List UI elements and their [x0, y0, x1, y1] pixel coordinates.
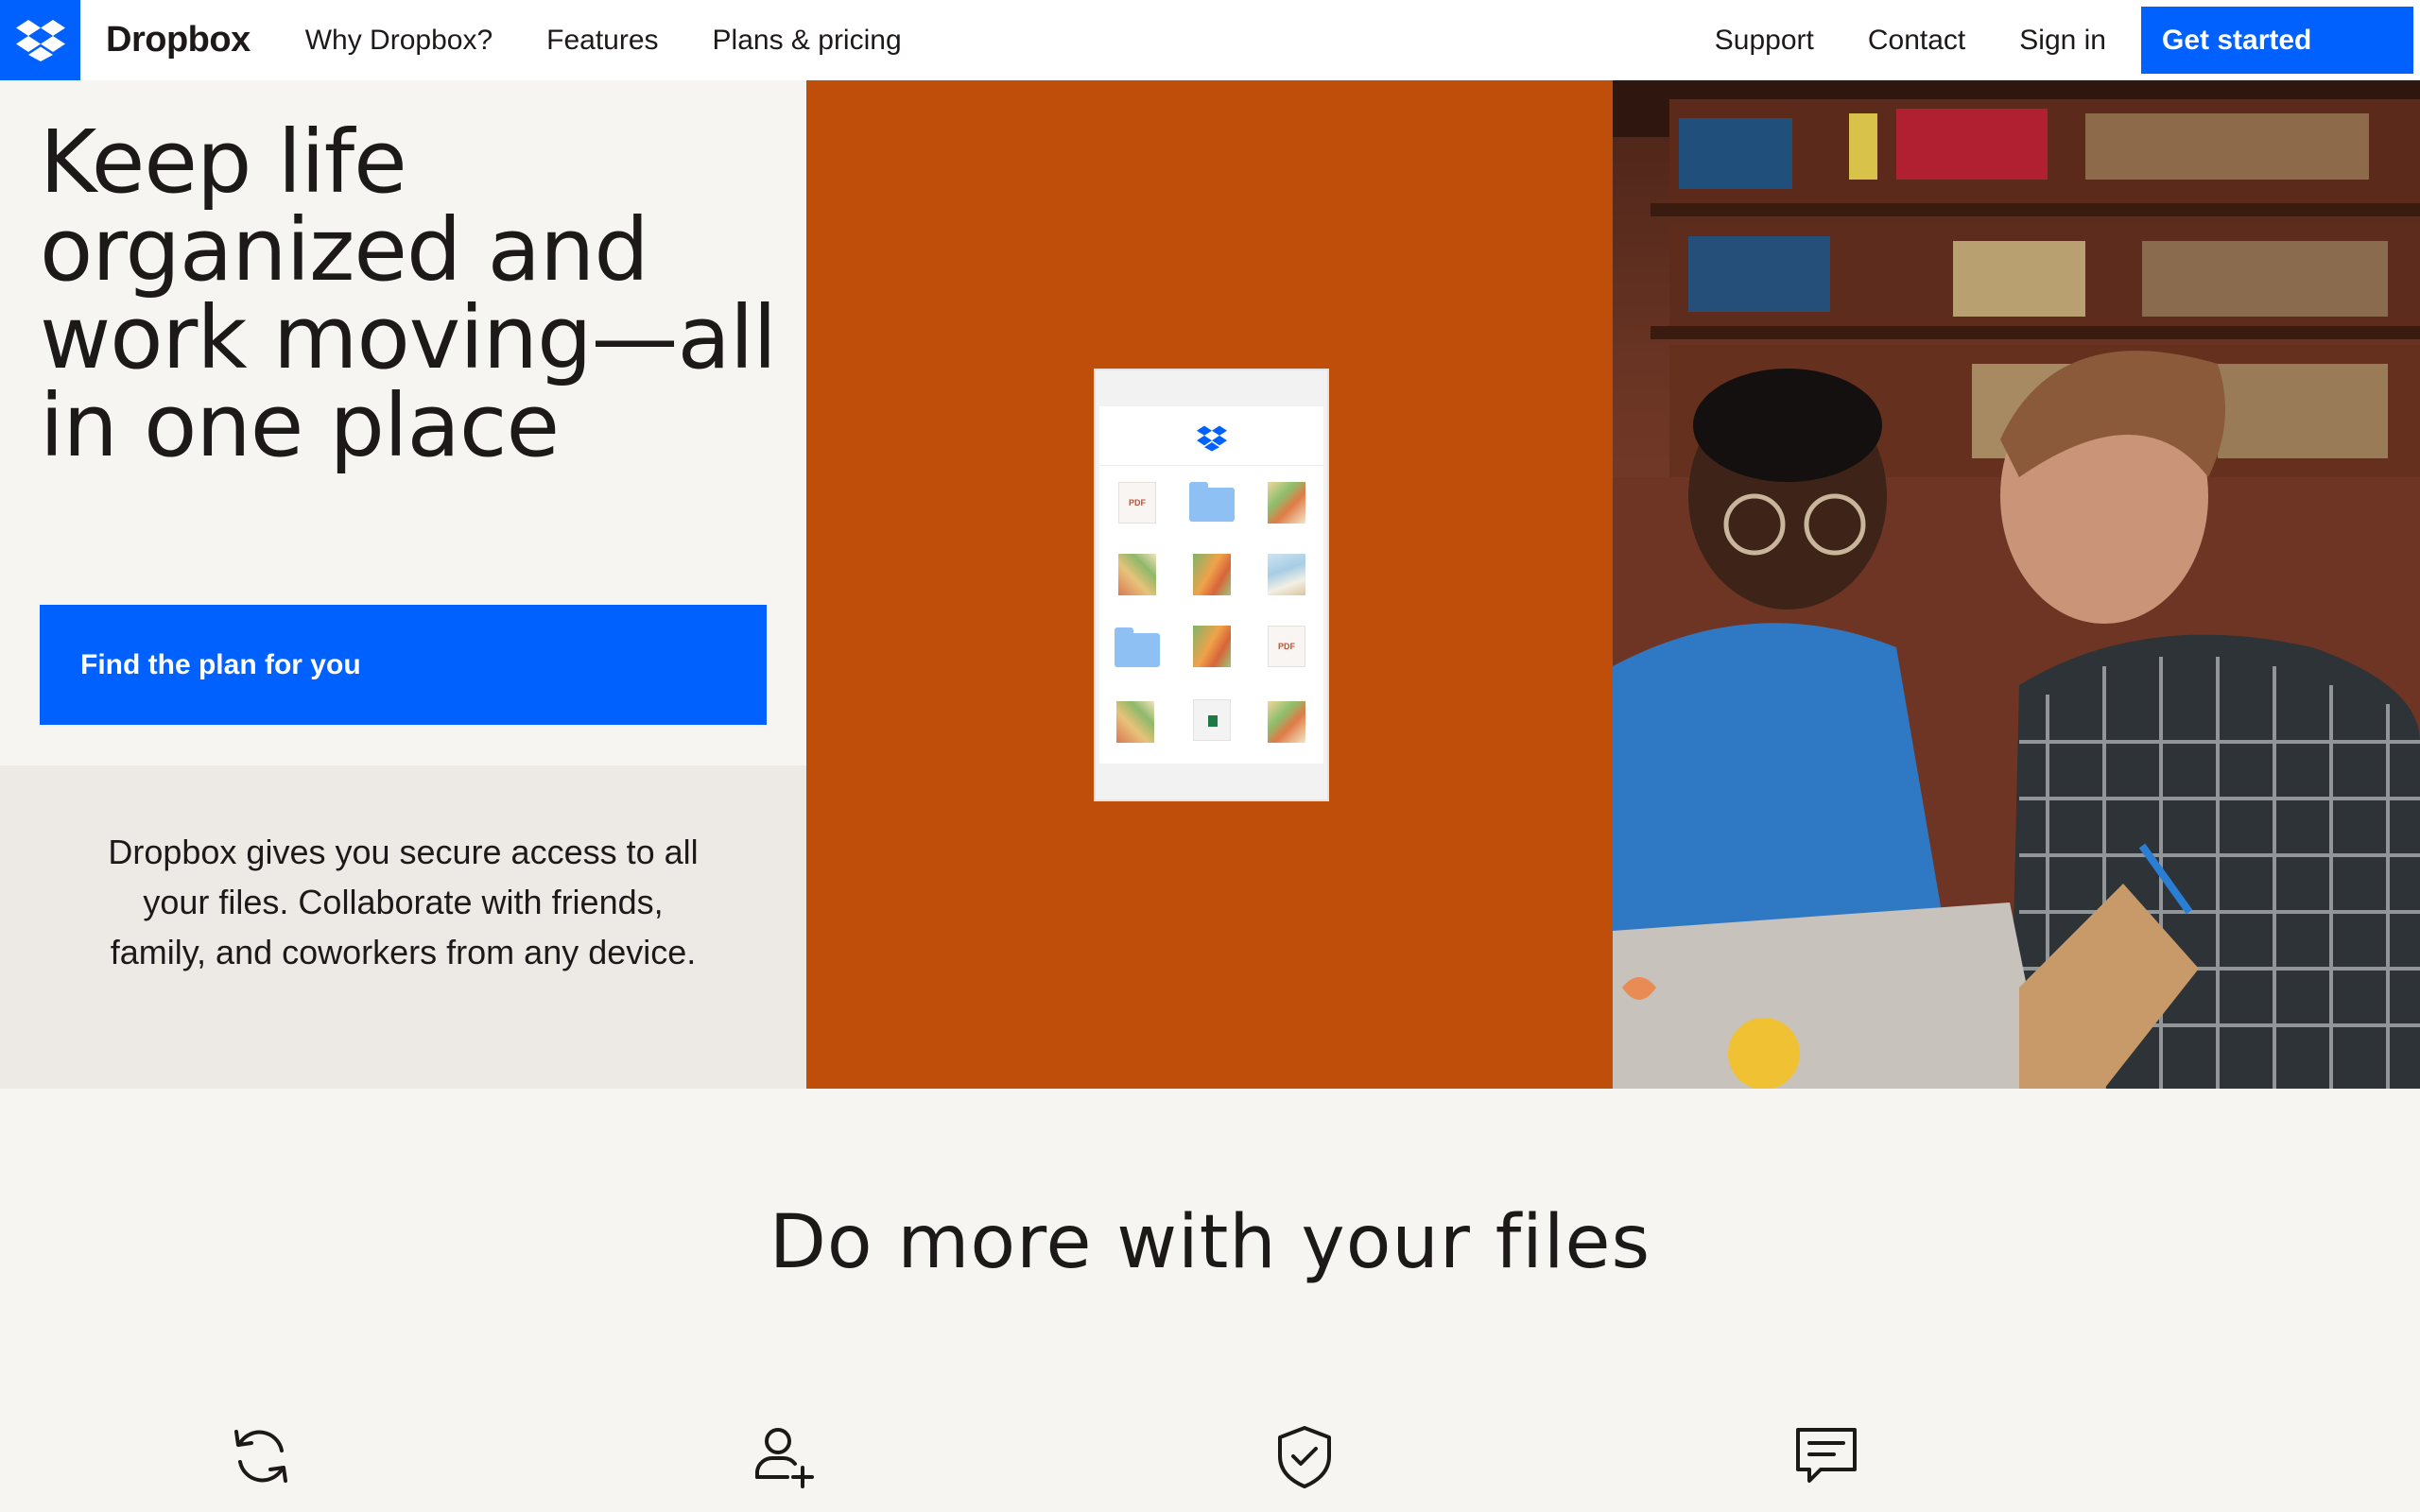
nav-link-contact[interactable]: Contact [1868, 25, 1965, 57]
phone-divider [1099, 465, 1323, 466]
hero-title: Keep life organized and work moving—all … [40, 112, 777, 476]
secondary-nav: Support Contact Sign in Get started [1688, 0, 2420, 80]
dropbox-logo-icon [1197, 425, 1227, 456]
hero-text-panel: Keep life organized and work moving—all … [0, 80, 806, 765]
hero-photo [1613, 80, 2420, 1089]
file-thumb-spreadsheet [1193, 699, 1231, 741]
phone-screen: PDF PDF [1099, 406, 1323, 764]
nav-link-why-dropbox[interactable]: Why Dropbox? [305, 25, 493, 57]
get-started-button[interactable]: Get started [2141, 7, 2413, 74]
hero-description-panel: Dropbox gives you secure access to all y… [0, 765, 806, 1089]
file-thumb-image [1268, 554, 1305, 595]
file-thumb-image [1268, 482, 1305, 524]
file-thumb-image [1268, 701, 1305, 743]
file-thumb-image [1193, 626, 1231, 667]
add-user-icon [750, 1422, 818, 1495]
hero-description: Dropbox gives you secure access to all y… [108, 833, 699, 971]
file-thumb-image [1116, 701, 1154, 743]
brand-name[interactable]: Dropbox [106, 20, 251, 60]
nav-link-support[interactable]: Support [1715, 25, 1814, 57]
nav-link-plans-pricing[interactable]: Plans & pricing [713, 25, 902, 57]
shared-folder-icon [1189, 482, 1235, 522]
file-thumb-image [1193, 554, 1231, 595]
primary-nav: Why Dropbox? Features Plans & pricing [279, 25, 929, 57]
sync-icon [227, 1422, 295, 1495]
top-nav: Dropbox Why Dropbox? Features Plans & pr… [0, 0, 2420, 80]
nav-link-features[interactable]: Features [546, 25, 658, 57]
file-thumb-image [1118, 554, 1156, 595]
file-thumb-pdf: PDF [1118, 482, 1156, 524]
dropbox-logo-icon[interactable] [0, 0, 80, 80]
section-title: Do more with your files [769, 1200, 1651, 1285]
find-plan-button[interactable]: Find the plan for you [40, 605, 767, 725]
chat-icon [1792, 1422, 1860, 1495]
shield-check-icon [1270, 1422, 1339, 1495]
nav-link-sign-in[interactable]: Sign in [2019, 25, 2106, 57]
file-thumb-pdf: PDF [1268, 626, 1305, 667]
phone-mockup: PDF PDF [1094, 369, 1329, 801]
hero-illustration-panel: PDF PDF [806, 80, 1613, 1089]
shared-folder-icon [1115, 627, 1160, 667]
